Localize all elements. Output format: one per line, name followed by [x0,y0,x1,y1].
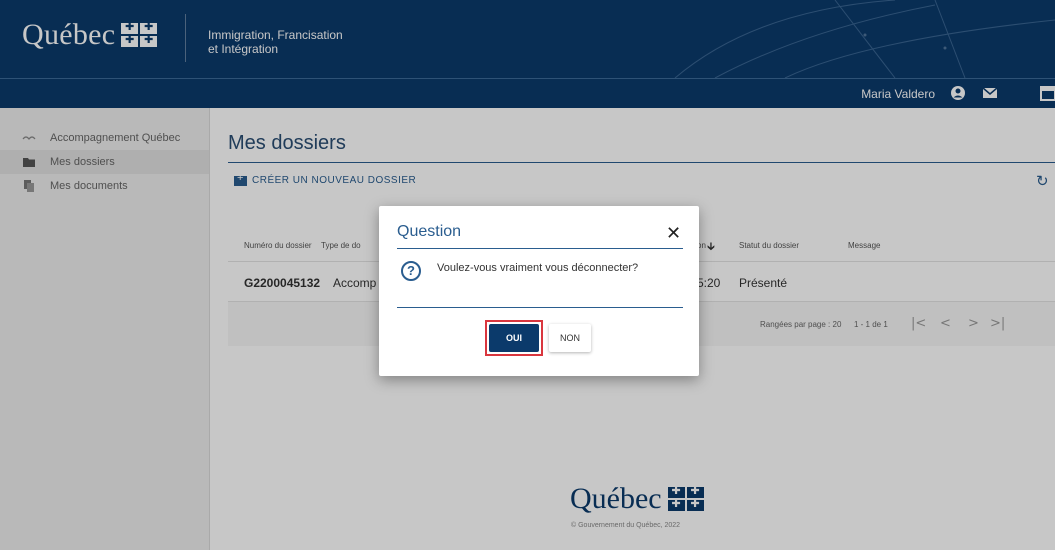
non-button[interactable]: NON [549,324,591,352]
dialog-footer-divider [397,307,683,308]
dialog-title: Question [397,223,462,240]
dialog-message: Voulez-vous vraiment vous déconnecter? [437,262,639,274]
logout-confirm-dialog: Question ✕ ? Voulez-vous vraiment vous d… [379,206,699,376]
dialog-title-divider [397,248,683,249]
oui-button[interactable]: OUI [489,324,539,352]
question-icon: ? [401,261,421,281]
close-icon[interactable]: ✕ [666,223,681,244]
